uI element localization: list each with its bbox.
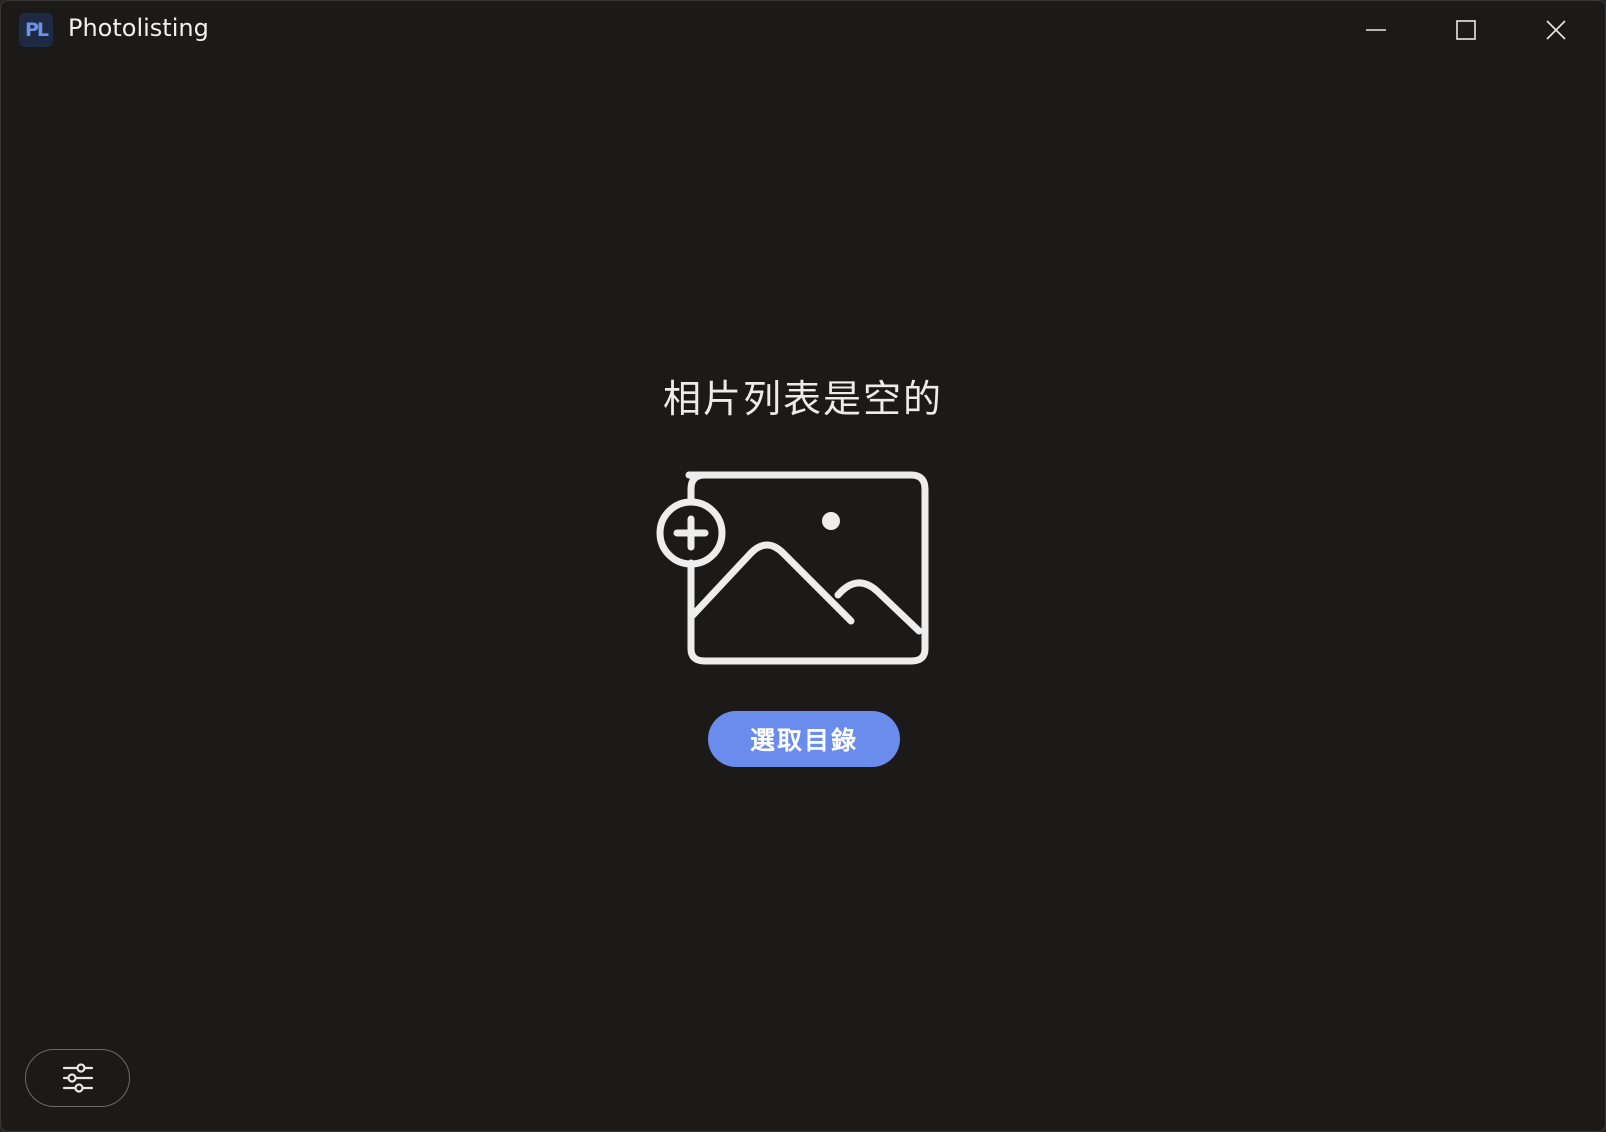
minimize-button[interactable] [1331, 1, 1421, 59]
title-bar[interactable]: PL Photolisting [1, 1, 1605, 59]
app-window: PL Photolisting 相片列表是空的 選取目錄 [0, 0, 1606, 1132]
minimize-icon [1366, 29, 1386, 31]
app-logo-text: PL [24, 19, 49, 41]
empty-state-message: 相片列表是空的 [662, 377, 943, 421]
select-directory-button[interactable]: 選取目錄 [708, 711, 900, 767]
add-image-icon [656, 471, 929, 665]
settings-button[interactable] [25, 1049, 130, 1107]
maximize-icon [1456, 20, 1476, 40]
sliders-icon [62, 1063, 93, 1093]
maximize-button[interactable] [1421, 1, 1511, 59]
window-title: Photolisting [68, 14, 209, 42]
close-icon [1546, 20, 1566, 40]
app-logo: PL [19, 13, 53, 47]
close-button[interactable] [1511, 1, 1601, 59]
